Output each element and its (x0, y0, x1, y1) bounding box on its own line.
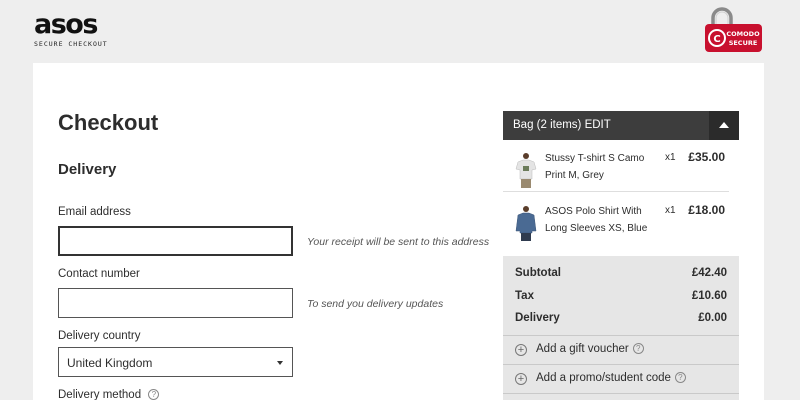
add-promo-code-label: Add a promo/student code (536, 372, 671, 384)
item-divider (503, 191, 729, 192)
help-icon[interactable]: ? (148, 389, 160, 400)
delivery-country-label: Delivery country (58, 330, 141, 342)
bag-item-price: £35.00 (688, 150, 725, 164)
tax-row: Tax £10.60 (515, 290, 727, 302)
svg-text:SECURE: SECURE (729, 39, 758, 47)
add-gift-voucher-label: Add a gift voucher (536, 343, 629, 355)
subtotal-row: Subtotal £42.40 (515, 267, 727, 279)
bag-title[interactable]: Bag (2 items) EDIT (513, 119, 611, 131)
order-totals: Subtotal £42.40 Tax £10.60 Delivery £0.0… (503, 256, 739, 400)
padlock-icon: C COMODO SECURE (705, 7, 762, 52)
totals-divider (503, 335, 739, 336)
plus-circle-icon: + (515, 373, 527, 385)
totals-divider (503, 393, 739, 394)
totals-divider (503, 364, 739, 365)
help-icon[interactable]: ? (632, 343, 644, 354)
svg-text:C: C (713, 34, 720, 45)
delivery-cost-value: £0.00 (698, 312, 727, 324)
delivery-method-label: Delivery method (58, 389, 142, 400)
bag-item-price: £18.00 (688, 203, 725, 217)
contact-number-hint: To send you delivery updates (307, 298, 444, 310)
delivery-country-value: United Kingdom (67, 356, 153, 370)
collapse-icon[interactable] (709, 111, 739, 140)
page-title: Checkout (58, 110, 159, 135)
bag-item-qty: x1 (665, 205, 676, 216)
email-field[interactable] (58, 226, 293, 256)
delivery-cost-row: Delivery £0.00 (515, 312, 727, 324)
section-heading-delivery: Delivery (58, 161, 117, 178)
subtotal-value: £42.40 (691, 267, 727, 279)
bag-item-name: Stussy T-shirt S Camo Print M, Grey (545, 153, 645, 181)
logo-wordmark: asos (34, 9, 98, 40)
product-thumbnail-polo[interactable] (515, 205, 537, 241)
bag-summary-header[interactable]: Bag (2 items) EDIT (503, 111, 739, 140)
contact-number-label: Contact number (58, 268, 140, 280)
add-promo-code-link[interactable]: + Add a promo/student code? (515, 372, 686, 385)
tax-label: Tax (515, 290, 534, 302)
chevron-down-icon (277, 361, 283, 365)
tax-value: £10.60 (691, 290, 727, 302)
delivery-country-select[interactable]: United Kingdom (58, 347, 293, 377)
bag-item-qty: x1 (665, 152, 676, 163)
asos-logo[interactable]: asos SECURE CHECKOUT (34, 9, 114, 48)
delivery-cost-label: Delivery (515, 312, 560, 324)
logo-subtitle: SECURE CHECKOUT (34, 40, 108, 48)
bag-item-name: ASOS Polo Shirt With Long Sleeves XS, Bl… (545, 206, 648, 234)
product-thumbnail-tshirt[interactable] (515, 152, 537, 188)
subtotal-label: Subtotal (515, 267, 561, 279)
comodo-secure-badge: C COMODO SECURE (703, 5, 763, 53)
contact-number-field[interactable] (58, 288, 293, 318)
email-hint: Your receipt will be sent to this addres… (307, 236, 490, 248)
plus-circle-icon: + (515, 344, 527, 356)
delivery-method-label-row: Delivery method ? (58, 389, 160, 400)
help-icon[interactable]: ? (674, 372, 686, 383)
add-gift-voucher-link[interactable]: + Add a gift voucher? (515, 343, 644, 356)
email-label: Email address (58, 206, 131, 218)
bag-item: ASOS Polo Shirt With Long Sleeves XS, Bl… (503, 200, 739, 252)
svg-text:COMODO: COMODO (726, 30, 760, 38)
